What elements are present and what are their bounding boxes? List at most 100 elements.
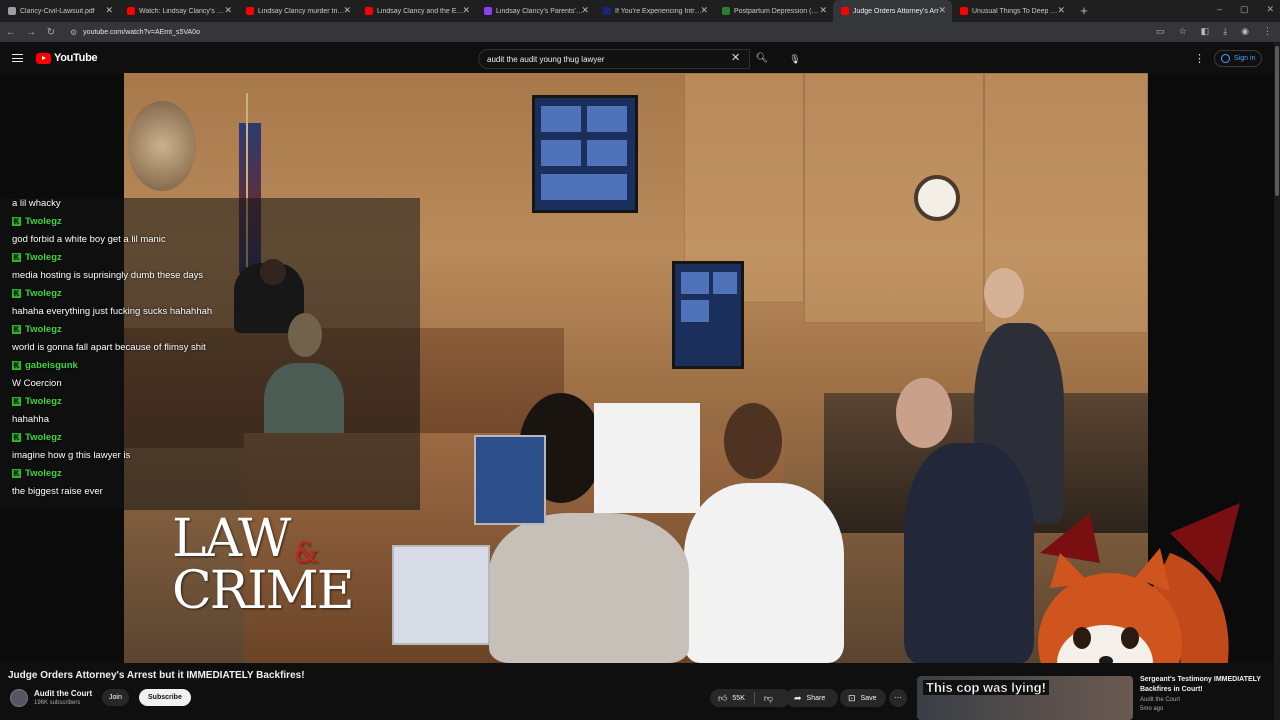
microphone-icon[interactable]: 🎙︎ — [786, 50, 804, 68]
save-button[interactable]: ⊡ Save — [840, 689, 886, 707]
like-dislike-bar: 👍︎ 55K 👎︎ — [710, 689, 791, 707]
maximize-icon[interactable]: ▢ — [1240, 4, 1249, 15]
sign-in-label: Sign in — [1234, 55, 1256, 62]
chat-message: a lil whacky — [12, 198, 61, 209]
law-and-crime-logo: LAW & CRIME — [172, 509, 355, 617]
browser-tab[interactable]: If You're Experiencing Intrusive ✕ — [595, 0, 714, 22]
video-player[interactable]: LAW & CRIME a lil whacky Twolegz god forbi… — [0, 73, 1274, 663]
join-button[interactable]: Join — [102, 689, 129, 706]
recommended-video-card[interactable]: This cop was lying! — [917, 676, 1133, 720]
tab-favicon-icon — [246, 7, 254, 15]
like-count[interactable]: 55K — [732, 695, 744, 702]
kick-badge-icon — [12, 397, 21, 406]
scrollbar-thumb[interactable] — [1275, 46, 1279, 196]
sign-in-button[interactable]: Sign in — [1214, 50, 1263, 67]
tab-close-icon[interactable]: ✕ — [1057, 5, 1065, 16]
tab-label: Postpartum Depression (PPD): C — [734, 7, 822, 15]
youtube-logo[interactable]: YouTube — [36, 52, 98, 64]
forward-arrow-icon[interactable]: → — [22, 27, 40, 38]
panda-eye-left — [1073, 627, 1091, 649]
browser-tab-bar: Clancy-Civil-Lawsuit.pdf ✕ Watch: Lindsay … — [0, 0, 1280, 22]
channel-avatar[interactable] — [10, 689, 28, 707]
search-icon[interactable]: 🔍︎ — [750, 49, 774, 69]
browser-tab[interactable]: Lindsay Clancy and the Evidence✕ — [357, 0, 476, 22]
tab-label: Unusual Things To Deep Fry - Y — [972, 7, 1060, 15]
browser-tab[interactable]: Postpartum Depression (PPD): C✕ — [714, 0, 833, 22]
chat-message: hahaha everything just fucking sucks hah… — [12, 306, 213, 317]
tab-favicon-icon — [484, 7, 492, 15]
new-tab-button[interactable]: + — [1075, 2, 1093, 20]
thumbs-up-icon[interactable]: 👍︎ — [718, 693, 727, 704]
seated-head — [724, 403, 782, 479]
tab-close-icon[interactable]: ✕ — [581, 5, 589, 16]
chat-username-text: Twolegz — [25, 432, 62, 443]
subscriber-count: 196K subscribers — [34, 700, 81, 706]
url-field[interactable]: ⚙ youtube.com/watch?v=AEmt_s5VA0o — [70, 28, 200, 37]
back-arrow-icon[interactable]: ← — [2, 27, 20, 38]
logo-line-law: LAW — [172, 509, 291, 569]
browser-tab[interactable]: Watch: Lindsay Clancy's defense✕ — [119, 0, 238, 22]
search-input[interactable]: audit the audit young thug lawyer — [478, 49, 750, 69]
download-icon[interactable]: ⤓ — [1223, 26, 1227, 37]
browser-tab[interactable]: Unusual Things To Deep Fry - Y✕ — [952, 0, 1071, 22]
bookmark-star-icon[interactable]: ☆ — [1179, 26, 1187, 37]
seated-figure-white — [684, 483, 844, 663]
extensions-icon[interactable]: ◧ — [1201, 26, 1210, 37]
thumbs-down-icon[interactable]: 👎︎ — [764, 693, 773, 704]
chat-username: gabeisgunk — [12, 360, 78, 371]
recommended-thumbnail[interactable]: This cop was lying! — [917, 676, 1133, 720]
reload-icon[interactable]: ↻ — [42, 27, 60, 38]
browser-tab[interactable]: Lindsay Clancy murder trial: Pro✕ — [238, 0, 357, 22]
browser-tab[interactable]: Judge Orders Attorney's Arr ✕ — [833, 0, 952, 22]
tab-close-icon[interactable]: ✕ — [224, 5, 232, 16]
tab-label: Lindsay Clancy's Parents' $1 Mil — [496, 7, 584, 15]
recommended-age: 5mo ago — [1140, 706, 1164, 712]
tab-favicon-icon — [841, 7, 849, 15]
share-button[interactable]: ➦ Share — [786, 689, 838, 707]
tab-close-icon[interactable]: ✕ — [105, 5, 113, 16]
subscribe-button[interactable]: Subscribe — [139, 689, 191, 706]
chat-username: Twolegz — [12, 216, 62, 227]
chat-username: Twolegz — [12, 468, 62, 479]
tab-favicon-icon — [960, 7, 968, 15]
red-panda-streamer-overlay — [1038, 503, 1240, 663]
wall-monitor — [532, 95, 638, 213]
kick-badge-icon — [12, 325, 21, 334]
chat-username-text: gabeisgunk — [25, 360, 78, 371]
evidence-monitor — [672, 261, 744, 369]
close-window-icon[interactable]: ✕ — [1266, 4, 1274, 15]
kick-badge-icon — [12, 469, 21, 478]
clear-search-icon[interactable]: ✕ — [731, 51, 740, 64]
minimize-icon[interactable]: – — [1217, 4, 1222, 15]
browser-tab[interactable]: Clancy-Civil-Lawsuit.pdf ✕ — [0, 0, 119, 22]
tab-close-icon[interactable]: ✕ — [343, 5, 351, 16]
browser-menu-icon[interactable]: ⋮ — [1263, 26, 1272, 37]
tab-label: Lindsay Clancy and the Evidence — [377, 7, 465, 15]
channel-name[interactable]: Audit the Court — [34, 689, 92, 698]
cast-icon[interactable]: ▭ — [1156, 26, 1165, 37]
tab-close-icon[interactable]: ✕ — [819, 5, 827, 16]
chat-message: god forbid a white boy get a lil manic — [12, 234, 166, 245]
tab-close-icon[interactable]: ✕ — [700, 5, 708, 16]
recommended-title[interactable]: Sergeant's Testimony IMMEDIATELY Backfir… — [1140, 675, 1270, 695]
kick-badge-icon — [12, 433, 21, 442]
recommended-channel[interactable]: Audit the Court — [1140, 697, 1180, 703]
site-info-icon[interactable]: ⚙ — [70, 28, 77, 37]
chat-username: Twolegz — [12, 396, 62, 407]
hamburger-menu-icon[interactable] — [12, 54, 23, 62]
settings-more-icon[interactable]: ⋮ — [1194, 52, 1205, 65]
seated-figure-braids — [489, 513, 689, 663]
tab-close-icon[interactable]: ✕ — [462, 5, 470, 16]
chat-username-text: Twolegz — [25, 396, 62, 407]
tab-close-icon[interactable]: ✕ — [938, 5, 946, 16]
tab-label: Watch: Lindsay Clancy's defense — [139, 7, 227, 15]
share-label: Share — [806, 694, 826, 702]
more-actions-button[interactable]: ⋯ — [889, 689, 907, 707]
logo-ampersand: & — [294, 536, 319, 569]
chat-username: Twolegz — [12, 324, 62, 335]
browser-tab[interactable]: Lindsay Clancy's Parents' $1 Mil✕ — [476, 0, 595, 22]
page-scrollbar[interactable] — [1274, 42, 1280, 720]
more-horizontal-icon: ⋯ — [894, 695, 902, 702]
kick-badge-icon — [12, 289, 21, 298]
profile-icon[interactable]: ◉ — [1241, 26, 1249, 37]
